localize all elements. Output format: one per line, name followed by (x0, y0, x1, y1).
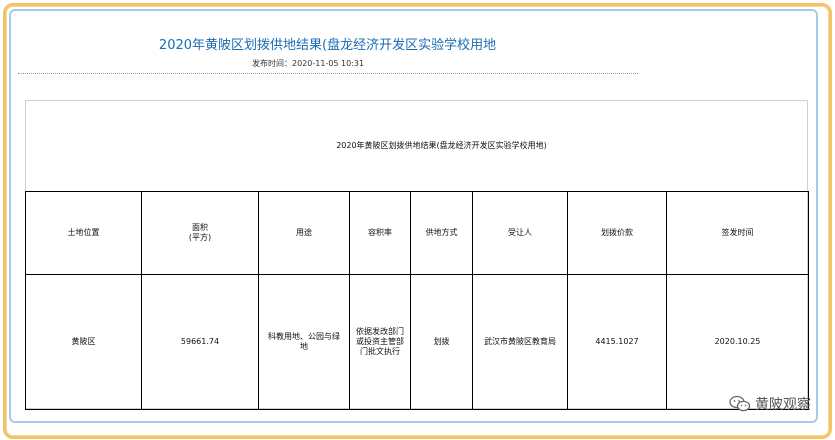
table-caption: 2020年黄陂区划拨供地结果(盘龙经济开发区实验学校用地) (336, 141, 547, 150)
header-cell: 土地位置 (25, 191, 142, 275)
publish-label: 发布时间： (252, 59, 292, 68)
table-cell: 2020.10.25 (666, 274, 809, 410)
header-cell: 用途 (258, 191, 350, 275)
page-title-text: 2020年黄陂区划拨供地结果(盘龙经济开发区实验学校用地 (158, 38, 497, 53)
header-cell: 签发时间 (666, 191, 809, 275)
header-cell: 划拨价款 (567, 191, 667, 275)
table-row: 黄陂区 59661.74 科教用地、公园与绿地 依据发改部门或投资主管部门批文执… (25, 274, 809, 410)
publish-info: 发布时间：2020-11-05 10:31 (252, 58, 364, 69)
table-cell: 划拨 (410, 274, 473, 410)
table-cell: 武汉市黄陂区教育局 (472, 274, 568, 410)
table-cell: 依据发改部门或投资主管部门批文执行 (349, 274, 411, 410)
page-title: 2020年黄陂区划拨供地结果(盘龙经济开发区实验学校用地 (0, 34, 835, 53)
header-cell-text: 面积 (平方) (188, 223, 212, 242)
table-cell: 4415.1027 (567, 274, 667, 410)
publish-time: 2020-11-05 10:31 (292, 59, 365, 68)
header-cell: 供地方式 (410, 191, 473, 275)
watermark: 黄陂观察 (729, 394, 811, 414)
table-cell: 黄陂区 (25, 274, 142, 410)
header-cell: 面积 (平方) (141, 191, 259, 275)
header-cell: 容积率 (349, 191, 411, 275)
header-cell: 受让人 (472, 191, 568, 275)
table-header-row: 土地位置 面积 (平方) 用途 容积率 供地方式 受让人 划拨价款 签发时间 (25, 191, 809, 275)
table-cell: 科教用地、公园与绿地 (258, 274, 350, 410)
land-supply-table: 土地位置 面积 (平方) 用途 容积率 供地方式 受让人 划拨价款 签发时间 黄… (25, 191, 809, 410)
watermark-text: 黄陂观察 (755, 397, 811, 413)
wechat-icon (729, 395, 751, 412)
divider (18, 73, 638, 74)
table-cell: 59661.74 (141, 274, 259, 410)
